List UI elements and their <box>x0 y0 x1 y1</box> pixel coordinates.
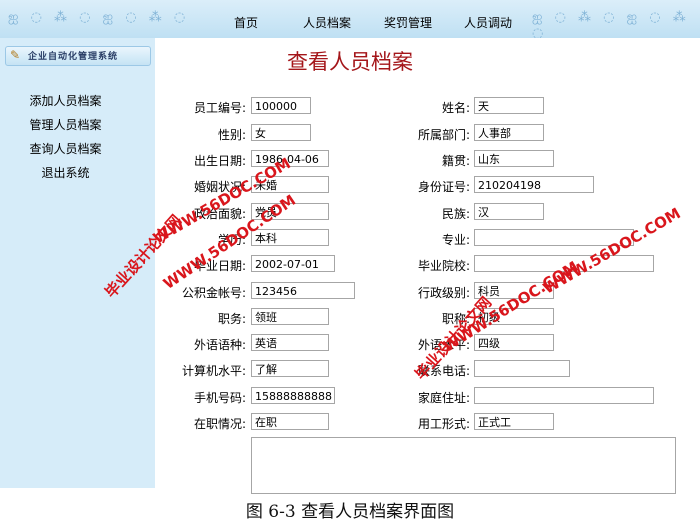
label-id-number: 身份证号: <box>417 180 470 194</box>
label-department: 所属部门: <box>417 128 470 142</box>
sidebar-item-add-file[interactable]: 添加人员档案 <box>0 92 143 109</box>
field-employment-status[interactable]: 在职 <box>251 413 329 430</box>
field-position[interactable]: 领班 <box>251 308 329 325</box>
nav-personnel-files[interactable]: 人员档案 <box>303 14 351 31</box>
field-housing-fund-account[interactable]: 123456 <box>251 282 355 299</box>
label-native-place: 籍贯: <box>441 154 470 168</box>
field-id-number[interactable]: 210204198 <box>474 176 594 193</box>
field-contact-phone[interactable] <box>474 360 570 377</box>
field-education[interactable]: 本科 <box>251 229 329 246</box>
label-employment-type: 用工形式: <box>417 417 470 431</box>
label-employee-id: 员工编号: <box>193 101 246 115</box>
field-employee-id[interactable]: 100000 <box>251 97 311 114</box>
field-department[interactable]: 人事部 <box>474 124 544 141</box>
nav-personnel-transfer[interactable]: 人员调动 <box>464 14 512 31</box>
field-foreign-language[interactable]: 英语 <box>251 334 329 351</box>
field-mobile-number[interactable]: 15888888888 <box>251 387 335 404</box>
label-home-address: 家庭住址: <box>417 391 470 405</box>
page-title: 查看人员档案 <box>287 50 413 74</box>
sidebar-item-manage-files[interactable]: 管理人员档案 <box>0 116 143 133</box>
decorative-pattern-left: ஐ ◌ ⁂ ◌ ஐ ◌ ⁂ ◌ <box>8 10 190 25</box>
label-computer-level: 计算机水平: <box>181 364 246 378</box>
label-graduate-school: 毕业院校: <box>417 259 470 273</box>
label-name: 姓名: <box>441 101 470 115</box>
nav-home[interactable]: 首页 <box>234 14 258 31</box>
label-gender: 性别: <box>217 128 246 142</box>
field-name[interactable]: 天 <box>474 97 544 114</box>
field-gender[interactable]: 女 <box>251 124 311 141</box>
field-ethnicity[interactable]: 汉 <box>474 203 544 220</box>
field-language-level[interactable]: 四级 <box>474 334 554 351</box>
field-computer-level[interactable]: 了解 <box>251 360 329 377</box>
label-position: 职务: <box>217 312 246 326</box>
decorative-pattern-right: ஐ ◌ ⁂ ◌ ஐ ◌ ⁂ ◌ <box>532 10 690 41</box>
field-home-address[interactable] <box>474 387 654 404</box>
figure-caption: 图 6-3 查看人员档案界面图 <box>245 502 455 522</box>
label-ethnicity: 民族: <box>441 207 470 221</box>
sidebar-item-query-files[interactable]: 查询人员档案 <box>0 140 143 157</box>
label-foreign-language: 外语语种: <box>193 338 246 352</box>
label-birth-date: 出生日期: <box>193 154 246 168</box>
field-graduation-date[interactable]: 2002-07-01 <box>251 255 335 272</box>
field-employment-type[interactable]: 正式工 <box>474 413 554 430</box>
field-native-place[interactable]: 山东 <box>474 150 554 167</box>
label-mobile-number: 手机号码: <box>193 391 246 405</box>
label-administrative-level: 行政级别: <box>417 286 470 300</box>
sidebar-item-logout[interactable]: 退出系统 <box>0 164 143 181</box>
top-navigation-bar: ஐ ◌ ⁂ ◌ ஐ ◌ ⁂ ◌ 首页 人员档案 奖罚管理 人员调动 ஐ ◌ ⁂ … <box>0 0 700 41</box>
nav-rewards-penalties[interactable]: 奖罚管理 <box>384 14 432 31</box>
label-employment-status: 在职情况: <box>193 417 246 431</box>
remarks-textarea[interactable] <box>251 437 676 494</box>
label-major: 专业: <box>441 233 470 247</box>
